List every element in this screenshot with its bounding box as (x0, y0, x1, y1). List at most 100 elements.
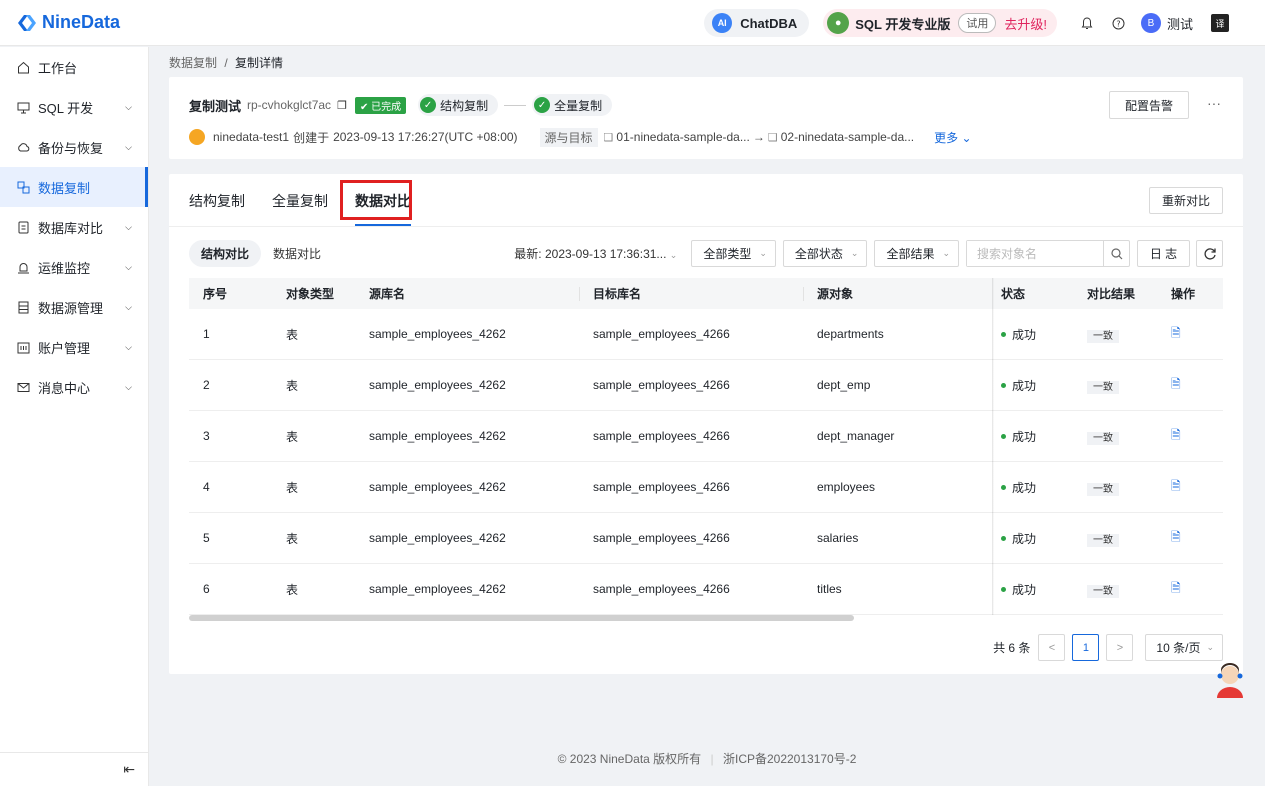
chevron-down-icon: ⌄ (942, 248, 950, 258)
copy-icon (16, 180, 30, 194)
stage-label: 结构复制 (440, 98, 489, 113)
assistant-avatar-icon[interactable] (1213, 662, 1247, 700)
chevron-down-icon: ⌵ (125, 301, 132, 312)
horizontal-scrollbar[interactable] (189, 615, 854, 621)
search-icon[interactable] (1103, 241, 1129, 266)
subtab-structure-compare[interactable]: 结构对比 (189, 240, 262, 267)
table-row[interactable]: 6 表 sample_employees_4262 sample_employe… (189, 564, 1223, 615)
sidebar-item-db-compare[interactable]: 数据库对比 ⌵ (0, 207, 148, 247)
search-box (966, 240, 1130, 267)
brand-name: NineData (42, 12, 121, 32)
database-icon (16, 300, 30, 314)
sql-pro-label: SQL 开发专业版 (855, 16, 951, 32)
column-divider (579, 287, 580, 301)
cell-no: 4 (203, 480, 210, 494)
view-detail-icon[interactable]: 🗎 (1171, 324, 1223, 345)
more-options-icon[interactable]: ··· (1207, 95, 1221, 111)
tab-structure-replication[interactable]: 结构复制 (189, 191, 245, 211)
cell-no: 6 (203, 582, 210, 596)
page-size-select[interactable]: 10 条/页 ⌄ (1145, 634, 1223, 661)
sidebar-item-datasource[interactable]: 数据源管理 ⌵ (0, 287, 148, 327)
search-input[interactable] (967, 241, 1103, 266)
cell-target-db: sample_employees_4266 (593, 378, 730, 392)
subtab-data-compare[interactable]: 数据对比 (261, 240, 333, 267)
cloud-icon (16, 140, 30, 154)
sidebar-item-sql-dev[interactable]: SQL 开发 ⌵ (0, 87, 148, 127)
type-filter-select[interactable]: 全部类型 ⌄ (691, 240, 776, 267)
source-datasource[interactable]: 01-ninedata-sample-da... (616, 130, 749, 144)
cell-no: 5 (203, 531, 210, 545)
sidebar-item-ops-monitor[interactable]: 运维监控 ⌵ (0, 247, 148, 287)
more-link[interactable]: 更多 ⌄ (934, 129, 971, 146)
prev-page-icon[interactable]: < (1038, 634, 1066, 661)
table-header: 序号 对象类型 源库名 目标库名 源对象 状态 对比结果 操作 (189, 278, 1223, 309)
sidebar-item-label: 工作台 (38, 60, 78, 76)
view-detail-icon[interactable]: 🗎 (1171, 426, 1223, 447)
status-badge: ✔ 已完成 (354, 96, 407, 114)
copy-icon[interactable]: ❐ (337, 99, 347, 112)
recompare-button[interactable]: 重新对比 (1149, 187, 1223, 214)
cell-no: 3 (203, 429, 210, 443)
latest-run-select[interactable]: 最新: 2023-09-13 17:36:31... ⌄ (514, 245, 677, 262)
breadcrumb-current: 复制详情 (235, 56, 284, 70)
stage-full-replication: ✓ 全量复制 (532, 94, 613, 116)
cell-source-object: dept_manager (817, 429, 895, 443)
target-datasource[interactable]: 02-ninedata-sample-da... (781, 130, 914, 144)
chevron-down-icon: ⌄ (1206, 642, 1214, 652)
status-filter-select[interactable]: 全部状态 ⌄ (782, 240, 868, 267)
sidebar-item-backup[interactable]: 备份与恢复 ⌵ (0, 127, 148, 167)
chatdba-button[interactable]: AI ChatDBA (704, 9, 810, 37)
table-row[interactable]: 1 表 sample_employees_4262 sample_employe… (189, 309, 1223, 360)
cell-status: 成功 (987, 428, 1087, 445)
trial-badge: 试用 (958, 13, 997, 33)
cell-type: 表 (286, 378, 299, 393)
view-detail-icon[interactable]: 🗎 (1171, 375, 1223, 396)
check-icon: ✓ (534, 97, 551, 113)
table-row[interactable]: 5 表 sample_employees_4262 sample_employe… (189, 513, 1223, 564)
breadcrumb: 数据复制 / 复制详情 (169, 54, 283, 71)
user-name[interactable]: 测试 (1167, 14, 1193, 33)
sql-pro-banner[interactable]: ● SQL 开发专业版 试用 去升级! (823, 9, 1057, 37)
cell-source-object: salaries (817, 531, 859, 545)
sidebar-item-data-replication[interactable]: 数据复制 (0, 167, 148, 207)
cell-source-object: employees (817, 480, 876, 494)
datasource-icon: ❑ (767, 131, 778, 144)
configure-alarm-button[interactable]: 配置告警 (1109, 91, 1189, 119)
car-icon: ● (827, 12, 850, 34)
bell-icon[interactable] (1079, 15, 1095, 31)
logo[interactable]: NineData (16, 12, 120, 34)
sidebar-item-account[interactable]: 账户管理 ⌵ (0, 327, 148, 367)
result-filter-select[interactable]: 全部结果 ⌄ (874, 240, 959, 267)
pagination-total: 共 6 条 (993, 641, 1031, 655)
view-detail-icon[interactable]: 🗎 (1171, 528, 1223, 549)
upgrade-link[interactable]: 去升级! (1004, 14, 1047, 33)
refresh-icon[interactable] (1196, 240, 1223, 267)
table-row[interactable]: 3 表 sample_employees_4262 sample_employe… (189, 411, 1223, 462)
cell-source-db: sample_employees_4262 (369, 531, 506, 545)
replication-summary-card: 复制测试 rp-cvhokglct7ac ❐ ✔ 已完成 ✓ 结构复制 ✓ 全量… (169, 77, 1243, 159)
success-dot-icon (1001, 382, 1006, 388)
next-page-icon[interactable]: > (1106, 634, 1134, 661)
table-row[interactable]: 2 表 sample_employees_4262 sample_employe… (189, 360, 1223, 411)
sidebar-collapse-button[interactable]: ⇤ (0, 752, 149, 786)
owner-name: ninedata-test1 (213, 130, 290, 144)
sidebar-item-messages[interactable]: 消息中心 ⌵ (0, 367, 148, 407)
help-icon[interactable]: ? (1111, 15, 1127, 31)
cell-status: 成功 (987, 581, 1087, 598)
sidebar-item-workbench[interactable]: 工作台 (0, 47, 148, 87)
user-avatar[interactable]: B (1140, 13, 1161, 33)
icp-link[interactable]: 浙ICP备2022013170号-2 (723, 752, 856, 766)
sidebar-item-label: SQL 开发 (38, 100, 94, 116)
chevron-down-icon: ⌵ (125, 261, 132, 272)
page-number[interactable]: 1 (1072, 634, 1100, 661)
language-icon[interactable]: 译 (1211, 14, 1229, 32)
breadcrumb-separator: / (224, 56, 228, 70)
tab-full-replication[interactable]: 全量复制 (272, 191, 328, 211)
view-detail-icon[interactable]: 🗎 (1171, 579, 1223, 600)
log-button[interactable]: 日 志 (1137, 240, 1190, 267)
view-detail-icon[interactable]: 🗎 (1171, 477, 1223, 498)
replication-name: 复制测试 (189, 98, 242, 114)
table-row[interactable]: 4 表 sample_employees_4262 sample_employe… (189, 462, 1223, 513)
cell-target-db: sample_employees_4266 (593, 480, 730, 494)
breadcrumb-parent[interactable]: 数据复制 (169, 56, 217, 70)
